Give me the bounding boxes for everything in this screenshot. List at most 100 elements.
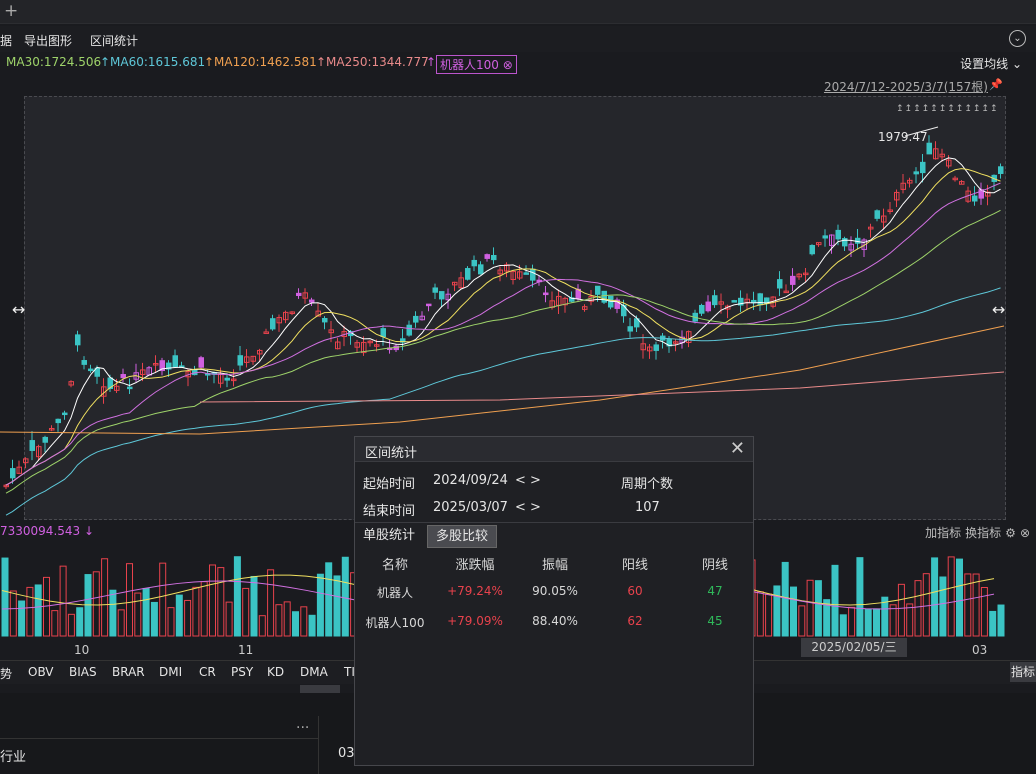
close-icon[interactable]: ⊗ xyxy=(1020,526,1030,540)
range-stats-dialog: 区间统计 ✕ 起始时间 2024/09/24 < > 周期个数 结束时间 202… xyxy=(354,436,754,766)
candle-body xyxy=(42,436,48,443)
volume-bar xyxy=(117,609,125,637)
volume-bar xyxy=(906,603,914,637)
volume-bar xyxy=(831,564,839,637)
end-nav[interactable]: < > xyxy=(515,500,541,515)
ind-item[interactable]: PSY xyxy=(231,665,253,679)
volume-bar xyxy=(873,608,880,637)
volume-bar xyxy=(897,583,905,637)
volume-bar xyxy=(848,606,856,637)
count-label: 周期个数 xyxy=(621,477,674,492)
add-indicator[interactable]: 加指标 xyxy=(925,526,961,540)
candle-body xyxy=(822,235,828,239)
candle-body xyxy=(920,161,926,174)
volume-bar xyxy=(267,569,275,637)
indicator-button[interactable]: 指标 xyxy=(1010,662,1036,682)
dialog-titlebar[interactable]: 区间统计 ✕ xyxy=(355,437,753,462)
candle-body xyxy=(913,171,919,175)
candle-body xyxy=(790,275,796,285)
row-up: 60 xyxy=(627,584,643,598)
volume-bar xyxy=(325,562,333,637)
volume-bar xyxy=(1,557,9,637)
candle-body xyxy=(523,272,529,275)
gear-icon[interactable]: ⚙ xyxy=(1005,526,1016,540)
volume-bar xyxy=(159,562,167,637)
volume-bar xyxy=(109,589,117,637)
ind-item[interactable]: KD xyxy=(267,665,284,679)
candle-body xyxy=(75,334,81,346)
volume-bar xyxy=(308,614,316,637)
dialog-tabs: 单股统计 多股比较 xyxy=(355,522,753,548)
col-header: 阴线 xyxy=(701,558,728,573)
ind-item[interactable]: DMA xyxy=(300,665,328,679)
volume-bar xyxy=(101,558,109,637)
volume-bar xyxy=(167,607,175,637)
volume-bar xyxy=(814,580,822,637)
candle-body xyxy=(465,268,471,280)
candle-body xyxy=(627,326,633,332)
more-icon[interactable]: ··· xyxy=(296,720,309,736)
candle-body xyxy=(380,328,386,338)
start-date[interactable]: 2024/09/24 xyxy=(433,473,508,488)
volume-bar xyxy=(217,567,225,637)
volume-bar xyxy=(989,610,997,637)
volume-bar xyxy=(972,573,980,637)
volume-bar xyxy=(150,601,158,637)
candle-body xyxy=(127,386,133,390)
volume-bar xyxy=(192,586,200,637)
industry-label: 行业 xyxy=(0,750,27,765)
candle-body xyxy=(432,287,438,293)
candle-body xyxy=(322,317,328,323)
ind-item[interactable]: BRAR xyxy=(112,665,145,679)
resize-right-icon[interactable]: ↔ xyxy=(992,300,1005,319)
volume-bar xyxy=(300,606,308,637)
ind-item[interactable]: DMI xyxy=(159,665,182,679)
candle-body xyxy=(62,412,68,416)
row-name[interactable]: 机器人100 xyxy=(355,614,435,631)
end-date[interactable]: 2025/03/07 xyxy=(433,500,508,515)
candle-body xyxy=(439,291,445,300)
close-icon[interactable]: ✕ xyxy=(730,438,745,459)
ind-item[interactable]: CR xyxy=(199,665,216,679)
volume-bar xyxy=(225,601,233,637)
tab-multi[interactable]: 多股比较 xyxy=(427,525,498,548)
candle-body xyxy=(926,142,932,155)
x-label: 11 xyxy=(238,643,254,657)
candle-body xyxy=(81,360,87,365)
candle-body xyxy=(296,292,302,297)
candle-body xyxy=(29,440,35,451)
volume-bar xyxy=(184,599,192,637)
candle-body xyxy=(705,301,711,312)
candle-body xyxy=(809,244,815,255)
row-down: 47 xyxy=(707,584,723,598)
candle-body xyxy=(777,279,783,289)
indicator-controls: 加指标 换指标 ⚙ ⊗ xyxy=(921,524,1030,541)
candle-body xyxy=(699,304,705,314)
end-label: 结束时间 xyxy=(363,504,416,519)
ind-item[interactable]: BIAS xyxy=(69,665,97,679)
volume-bar xyxy=(209,564,216,637)
candle-body xyxy=(406,324,412,336)
count-value: 107 xyxy=(635,500,660,515)
volume-bar xyxy=(773,585,781,637)
swap-indicator[interactable]: 换指标 xyxy=(965,526,1001,540)
ind-item[interactable]: 势 xyxy=(0,665,12,682)
volume-bar xyxy=(242,587,250,637)
start-nav[interactable]: < > xyxy=(515,473,541,488)
candle-body xyxy=(413,315,419,323)
candle-body xyxy=(998,166,1004,174)
resize-left-icon[interactable]: ↔ xyxy=(12,300,25,319)
candle-body xyxy=(731,300,737,303)
row-name[interactable]: 机器人 xyxy=(355,584,435,601)
ind-item[interactable]: OBV xyxy=(28,665,54,679)
volume-bar xyxy=(798,605,806,637)
volume-bar xyxy=(233,556,241,637)
col-header: 涨跌幅 xyxy=(455,558,495,573)
candle-body xyxy=(198,357,204,368)
volume-bar xyxy=(914,580,922,637)
splitter-handle[interactable] xyxy=(300,685,340,693)
volume-bar xyxy=(134,592,142,637)
volume-bar xyxy=(18,600,26,637)
tab-single[interactable]: 单股统计 xyxy=(355,525,423,548)
volume-bar xyxy=(250,575,258,637)
